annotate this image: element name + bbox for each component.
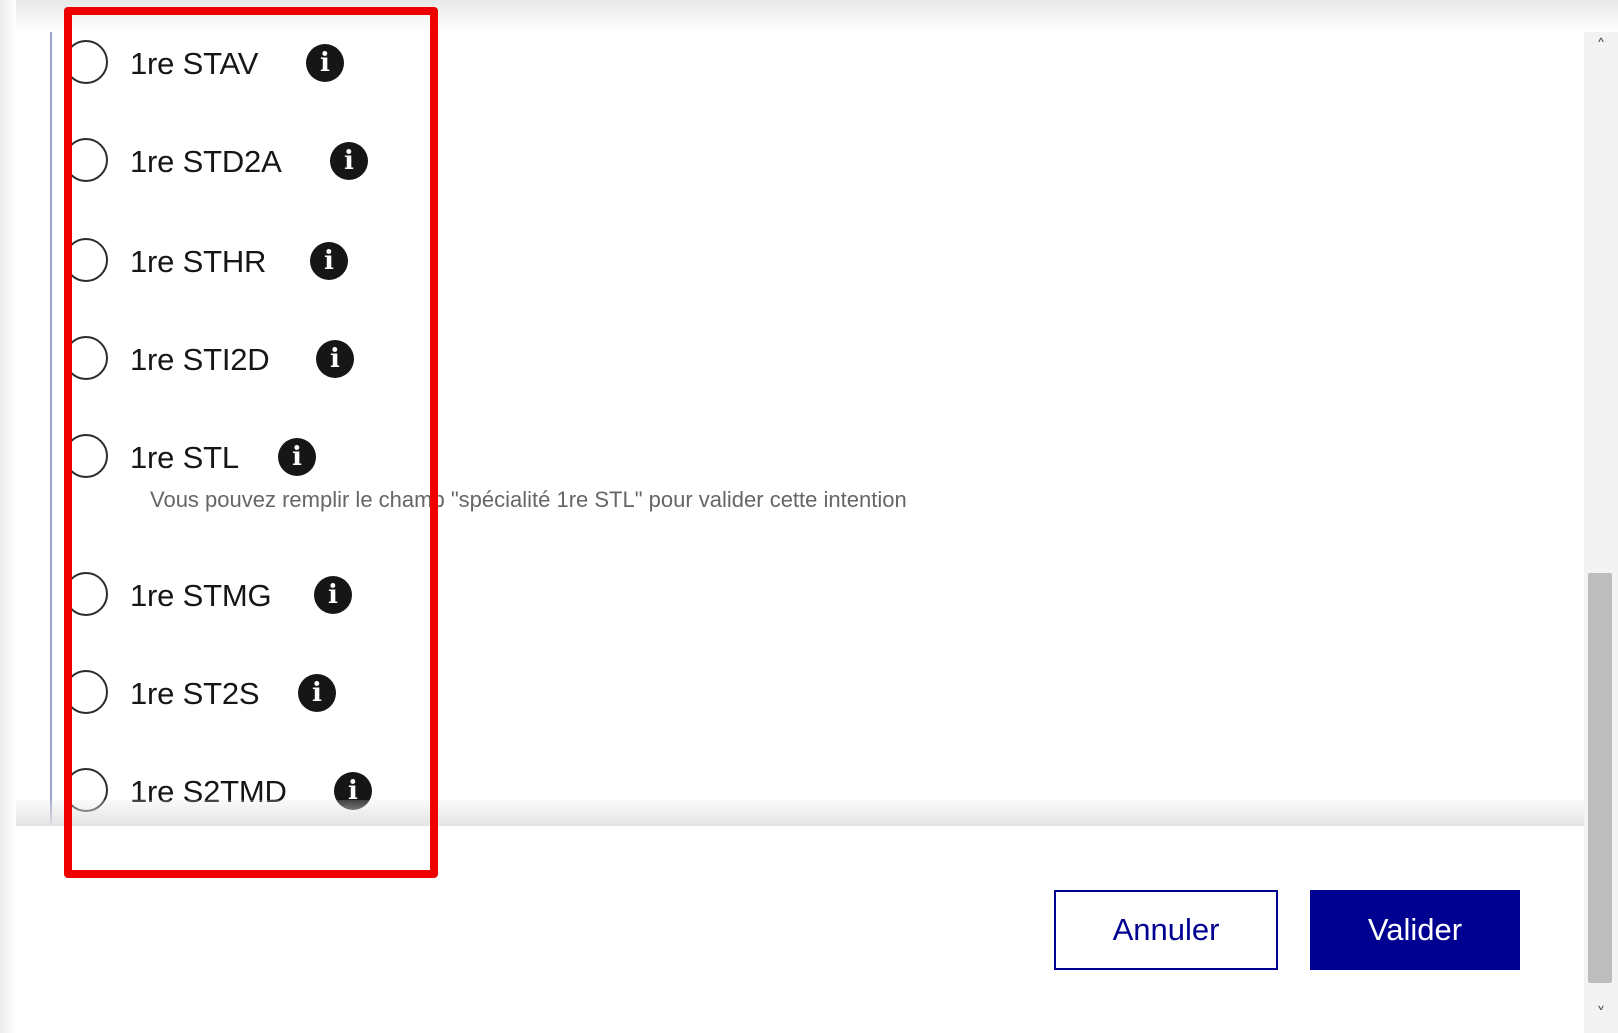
chevron-down-icon[interactable]: ˅ [1588, 1002, 1614, 1028]
window-shadow-left [0, 0, 16, 1033]
validate-button[interactable]: Valider [1310, 890, 1520, 970]
scrollbar-thumb[interactable] [1588, 573, 1612, 983]
cancel-button[interactable]: Annuler [1054, 890, 1278, 970]
highlight-annotation-box [64, 7, 438, 878]
chevron-up-icon[interactable]: ˄ [1588, 34, 1614, 60]
